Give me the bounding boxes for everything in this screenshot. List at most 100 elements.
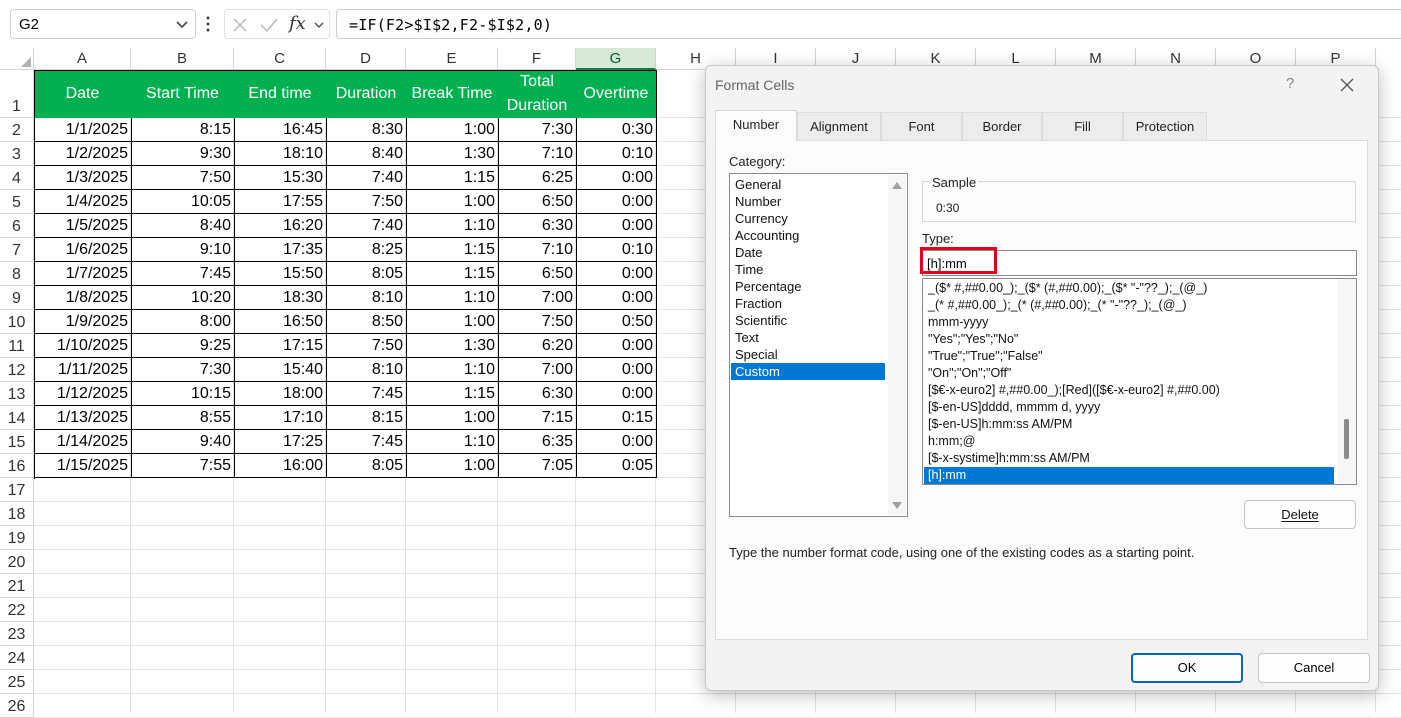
table-cell[interactable]: 1:10 — [406, 430, 499, 454]
insert-function-icon[interactable]: fx — [289, 13, 306, 34]
column-header-d[interactable]: D — [326, 48, 406, 70]
row-header-8[interactable]: 8 — [0, 262, 34, 286]
table-cell[interactable]: 0:00 — [576, 166, 657, 190]
table-cell[interactable]: 0:05 — [576, 454, 657, 478]
row-header-21[interactable]: 21 — [0, 574, 34, 598]
format-code-item[interactable]: _(* #,##0.00_);_(* (#,##0.00);_(* "-"??_… — [924, 297, 1334, 314]
row-header-14[interactable]: 14 — [0, 406, 34, 430]
table-cell[interactable]: 1:00 — [406, 190, 499, 214]
table-cell[interactable]: 1:15 — [406, 166, 499, 190]
row-header-3[interactable]: 3 — [0, 142, 34, 166]
tab-protection[interactable]: Protection — [1123, 112, 1207, 140]
table-cell[interactable]: 18:00 — [234, 382, 327, 406]
row-header-23[interactable]: 23 — [0, 622, 34, 646]
table-cell[interactable]: 15:50 — [234, 262, 327, 286]
format-code-item[interactable]: h:mm;@ — [924, 433, 1334, 450]
format-code-item[interactable]: [$-en-US]h:mm:ss AM/PM — [924, 416, 1334, 433]
table-header-cell[interactable]: Break Time — [406, 70, 499, 118]
format-code-item[interactable]: [$€-x-euro2] #,##0.00_);[Red]([$€-x-euro… — [924, 382, 1334, 399]
row-header-17[interactable]: 17 — [0, 478, 34, 502]
table-cell[interactable]: 17:10 — [234, 406, 327, 430]
category-item[interactable]: Date — [731, 244, 885, 261]
table-cell[interactable]: 16:00 — [234, 454, 327, 478]
table-cell[interactable]: 0:10 — [576, 238, 657, 262]
table-cell[interactable]: 8:55 — [131, 406, 235, 430]
table-cell[interactable]: 1/11/2025 — [34, 358, 132, 382]
more-options-icon[interactable] — [206, 14, 210, 34]
row-header-19[interactable]: 19 — [0, 526, 34, 550]
table-cell[interactable]: 0:00 — [576, 286, 657, 310]
table-cell[interactable]: 1:10 — [406, 358, 499, 382]
table-cell[interactable]: 1/3/2025 — [34, 166, 132, 190]
table-cell[interactable]: 1:15 — [406, 382, 499, 406]
table-cell[interactable]: 9:30 — [131, 142, 235, 166]
table-header-cell[interactable]: End time — [234, 70, 327, 118]
name-box[interactable]: G2 — [10, 9, 196, 39]
table-cell[interactable]: 1:30 — [406, 334, 499, 358]
table-cell[interactable]: 18:30 — [234, 286, 327, 310]
row-header-2[interactable]: 2 — [0, 118, 34, 142]
table-cell[interactable]: 0:10 — [576, 142, 657, 166]
table-cell[interactable]: 6:35 — [498, 430, 577, 454]
table-cell[interactable]: 7:45 — [131, 262, 235, 286]
table-cell[interactable]: 1/4/2025 — [34, 190, 132, 214]
table-cell[interactable]: 7:55 — [131, 454, 235, 478]
scroll-thumb[interactable] — [1344, 419, 1349, 459]
table-cell[interactable]: 6:25 — [498, 166, 577, 190]
format-code-item[interactable]: "True";"True";"False" — [924, 348, 1334, 365]
table-cell[interactable]: 0:15 — [576, 406, 657, 430]
table-cell[interactable]: 0:50 — [576, 310, 657, 334]
enter-check-icon[interactable] — [259, 16, 279, 34]
table-cell[interactable]: 7:50 — [131, 166, 235, 190]
row-header-11[interactable]: 11 — [0, 334, 34, 358]
table-cell[interactable]: 16:20 — [234, 214, 327, 238]
table-cell[interactable]: 8:05 — [326, 454, 407, 478]
close-icon[interactable] — [1339, 77, 1355, 93]
column-header-e[interactable]: E — [406, 48, 498, 70]
row-header-7[interactable]: 7 — [0, 238, 34, 262]
category-item[interactable]: Text — [731, 329, 885, 346]
table-cell[interactable]: 10:05 — [131, 190, 235, 214]
table-cell[interactable]: 16:50 — [234, 310, 327, 334]
table-cell[interactable]: 1/1/2025 — [34, 118, 132, 142]
category-list[interactable]: General Number Currency Accounting Date Time P… — [729, 173, 908, 517]
select-all-corner[interactable] — [0, 48, 34, 70]
table-cell[interactable]: 1/14/2025 — [34, 430, 132, 454]
table-cell[interactable]: 0:00 — [576, 358, 657, 382]
format-code-item[interactable]: [h]:mm — [924, 467, 1334, 484]
table-header-cell[interactable]: Overtime — [576, 70, 657, 118]
table-cell[interactable]: 1/5/2025 — [34, 214, 132, 238]
table-cell[interactable]: 1/15/2025 — [34, 454, 132, 478]
column-header-f[interactable]: F — [498, 48, 576, 70]
tab-alignment[interactable]: Alignment — [797, 112, 881, 140]
table-cell[interactable]: 8:10 — [326, 286, 407, 310]
category-item[interactable]: Number — [731, 193, 885, 210]
table-cell[interactable]: 8:50 — [326, 310, 407, 334]
table-header-cell[interactable]: Date — [34, 70, 132, 118]
format-code-item[interactable]: [$-en-US]dddd, mmmm d, yyyy — [924, 399, 1334, 416]
table-cell[interactable]: 8:05 — [326, 262, 407, 286]
table-cell[interactable]: 7:00 — [498, 286, 577, 310]
table-cell[interactable]: 7:15 — [498, 406, 577, 430]
table-cell[interactable]: 9:40 — [131, 430, 235, 454]
table-cell[interactable]: 7:05 — [498, 454, 577, 478]
table-cell[interactable]: 1:30 — [406, 142, 499, 166]
category-item[interactable]: Percentage — [731, 278, 885, 295]
table-cell[interactable]: 17:35 — [234, 238, 327, 262]
table-cell[interactable]: 1/9/2025 — [34, 310, 132, 334]
table-cell[interactable]: 10:20 — [131, 286, 235, 310]
table-cell[interactable]: 6:30 — [498, 214, 577, 238]
row-header-6[interactable]: 6 — [0, 214, 34, 238]
table-cell[interactable]: 10:15 — [131, 382, 235, 406]
table-cell[interactable]: 1:00 — [406, 118, 499, 142]
row-header-22[interactable]: 22 — [0, 598, 34, 622]
table-cell[interactable]: 6:30 — [498, 382, 577, 406]
table-cell[interactable]: 1/13/2025 — [34, 406, 132, 430]
row-header-13[interactable]: 13 — [0, 382, 34, 406]
table-cell[interactable]: 17:55 — [234, 190, 327, 214]
table-cell[interactable]: 0:00 — [576, 382, 657, 406]
cancel-icon[interactable] — [231, 16, 249, 34]
help-button[interactable]: ? — [1286, 75, 1294, 92]
column-header-c[interactable]: C — [234, 48, 326, 70]
table-cell[interactable]: 1:00 — [406, 406, 499, 430]
